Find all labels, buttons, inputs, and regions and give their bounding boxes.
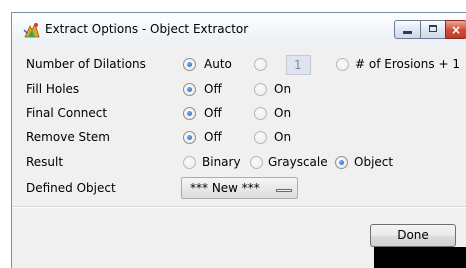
final-connect-off-label[interactable]: Off [204,106,222,120]
final-connect-off-radio[interactable] [183,107,196,120]
defined-object-row: Defined Object *** New *** [12,177,466,201]
dilations-value-radio[interactable] [254,58,267,71]
result-row: Result Binary Grayscale Object [12,153,466,173]
dilations-label: Number of Dilations [26,57,146,71]
final-connect-row: Final Connect Off On [12,104,466,124]
window-title: Extract Options - Object Extractor [45,22,249,36]
erosions-label[interactable]: # of Erosions + 1 [355,57,460,71]
close-button[interactable]: × [445,20,466,39]
remove-stem-off-label[interactable]: Off [204,130,222,144]
fill-holes-off-label[interactable]: Off [204,82,222,96]
title-bar[interactable]: Extract Options - Object Extractor × [12,13,466,46]
maximize-icon [429,25,437,32]
fill-holes-on-radio[interactable] [254,83,267,96]
defined-object-dropdown[interactable]: *** New *** [181,177,298,199]
extract-options-dialog: Extract Options - Object Extractor × Num… [11,12,466,268]
defined-object-value: *** New *** [190,181,260,195]
remove-stem-on-radio[interactable] [254,131,267,144]
minimize-button[interactable] [394,20,421,39]
defined-object-label: Defined Object [26,181,116,195]
remove-stem-off-radio[interactable] [183,131,196,144]
fill-holes-on-label[interactable]: On [274,82,291,96]
dilations-value-field[interactable]: 1 [286,55,311,75]
object-extractor-app-icon [23,22,40,38]
dilations-auto-radio[interactable] [183,58,196,71]
result-object-label[interactable]: Object [354,155,393,169]
result-label: Result [26,155,64,169]
fill-holes-off-radio[interactable] [183,83,196,96]
dilations-auto-label[interactable]: Auto [204,57,232,71]
result-binary-label[interactable]: Binary [202,155,241,169]
fill-holes-label: Fill Holes [26,82,80,96]
result-grayscale-radio[interactable] [250,156,263,169]
remove-stem-label: Remove Stem [26,130,110,144]
close-icon: × [451,23,462,37]
maximize-button[interactable] [420,20,446,39]
separator-highlight [12,207,466,208]
done-button[interactable]: Done [370,224,456,247]
fill-holes-row: Fill Holes Off On [12,80,466,100]
result-grayscale-label[interactable]: Grayscale [268,155,328,169]
final-connect-on-label[interactable]: On [274,106,291,120]
dropdown-indicator-icon [276,189,292,192]
remove-stem-on-label[interactable]: On [274,130,291,144]
erosions-radio[interactable] [336,58,349,71]
minimize-icon [403,31,412,34]
dilations-row: Number of Dilations Auto 1 # of Erosions… [12,55,466,75]
background-region [374,247,466,268]
result-binary-radio[interactable] [183,156,196,169]
result-object-radio[interactable] [335,156,348,169]
final-connect-label: Final Connect [26,106,108,120]
final-connect-on-radio[interactable] [254,107,267,120]
remove-stem-row: Remove Stem Off On [12,128,466,148]
